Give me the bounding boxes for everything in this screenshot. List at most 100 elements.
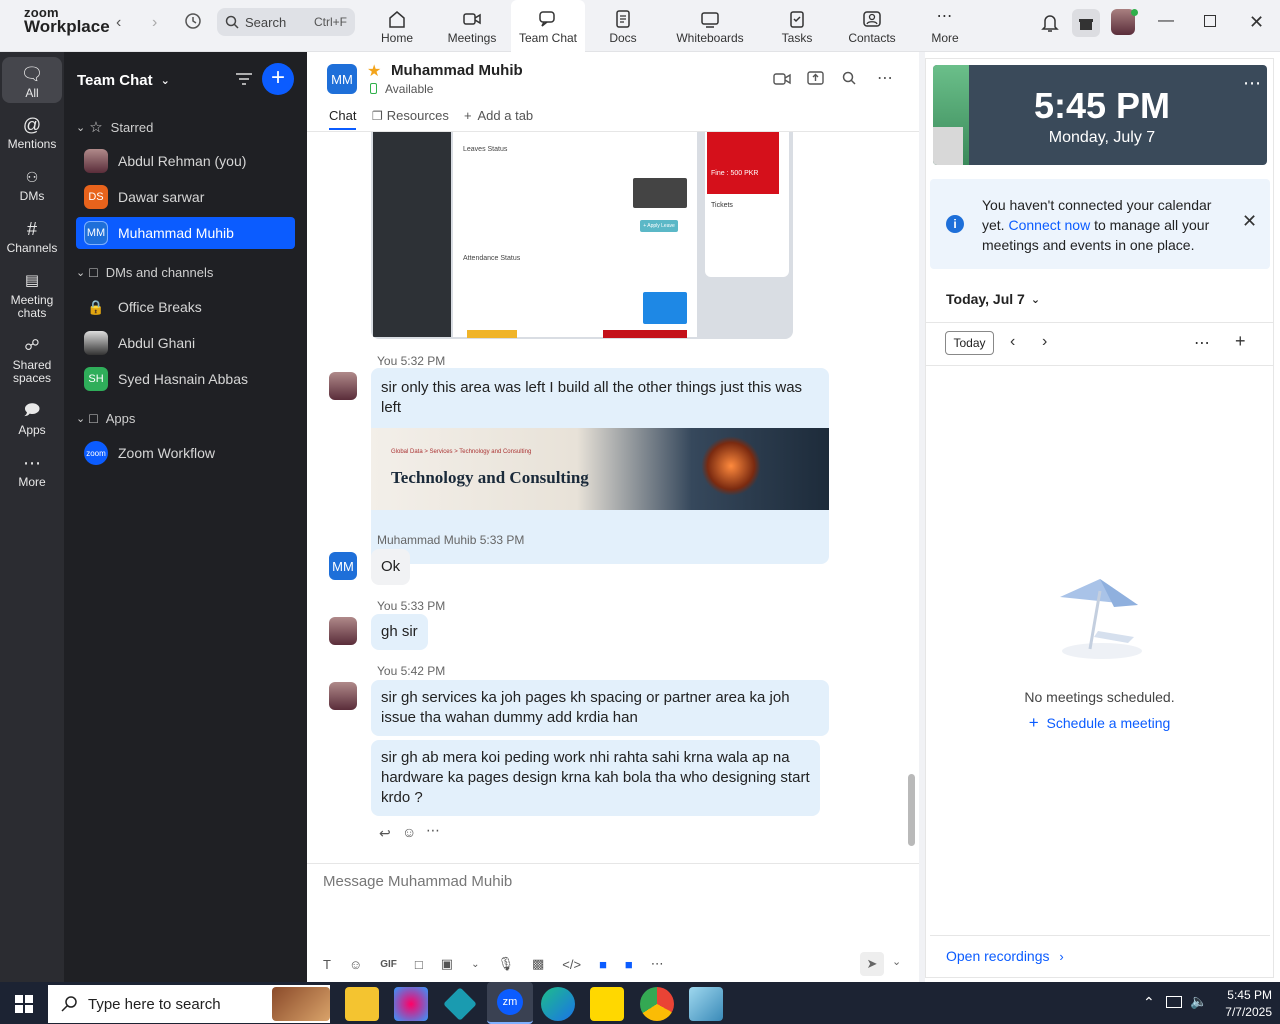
sidebar-item-zoom-workflow[interactable]: zoom Zoom Workflow <box>76 437 295 469</box>
taskbar-search-box[interactable]: Type here to search <box>48 985 330 1023</box>
sidebar-item-abdul-ghani[interactable]: Abdul Ghani <box>76 327 295 359</box>
new-chat-button[interactable]: + <box>262 63 294 95</box>
app-icon[interactable]: ■ <box>599 957 607 972</box>
filter-icon[interactable] <box>235 72 253 91</box>
message-input[interactable]: Message Muhammad Muhib <box>323 873 512 890</box>
windows-start-icon[interactable] <box>15 995 33 1018</box>
tab-tasks[interactable]: Tasks <box>760 0 834 52</box>
today-button[interactable]: Today <box>945 331 994 355</box>
star-icon[interactable]: ★ <box>367 61 381 81</box>
forward-arrow-icon[interactable]: › <box>152 14 157 32</box>
contact-name[interactable]: Muhammad Muhib <box>391 62 523 79</box>
file-icon[interactable]: □ <box>415 957 423 972</box>
send-icon[interactable]: ➤ <box>860 952 884 976</box>
screenshot-icon[interactable]: ▣ <box>441 956 453 972</box>
chat-scrollbar[interactable] <box>908 774 915 846</box>
share-screen-icon[interactable] <box>807 70 824 91</box>
volume-icon[interactable]: 🔈 <box>1190 993 1207 1010</box>
video-message-icon[interactable]: ▩ <box>532 956 544 972</box>
apps-section[interactable]: ⌄ □ Apps <box>76 410 135 426</box>
back-arrow-icon[interactable]: ‹ <box>116 14 121 32</box>
zoom-taskbar-icon[interactable]: zm <box>487 982 533 1024</box>
sticky-notes-icon[interactable] <box>590 987 624 1021</box>
minimize-icon[interactable]: — <box>1158 12 1174 30</box>
restore-icon[interactable] <box>1204 15 1216 27</box>
more-icon[interactable]: ⋯ <box>877 68 893 88</box>
tab-meetings[interactable]: Meetings <box>435 0 509 52</box>
code-icon[interactable]: </> <box>562 957 581 972</box>
format-text-icon[interactable]: T <box>323 957 331 972</box>
rail-all[interactable]: 🗨 All <box>2 57 62 103</box>
gift-icon[interactable] <box>1072 9 1100 37</box>
emoji-icon[interactable]: ☺ <box>349 957 362 972</box>
next-day-icon[interactable]: › <box>1042 333 1047 351</box>
date-selector[interactable]: Today, Jul 7 ⌄ <box>946 291 1040 307</box>
dms-section[interactable]: ⌄ □ DMs and channels <box>76 264 213 280</box>
app-icon[interactable]: ■ <box>625 957 633 972</box>
chevron-down-icon[interactable]: ⌄ <box>892 955 901 968</box>
search-input[interactable]: Search Ctrl+F <box>217 8 355 36</box>
add-tab-button[interactable]: + Add a tab <box>464 108 533 123</box>
chrome-browser-icon[interactable] <box>640 987 674 1021</box>
connect-now-link[interactable]: Connect now <box>1008 217 1090 233</box>
sidebar-item-office-breaks[interactable]: 🔒 Office Breaks <box>76 291 295 323</box>
search-shortcut: Ctrl+F <box>314 15 347 29</box>
network-icon[interactable] <box>1166 996 1182 1008</box>
sidebar-item-abdul-rehman[interactable]: Abdul Rehman (you) <box>76 145 295 177</box>
rail-dms[interactable]: ⚇ DMs <box>2 166 62 203</box>
emoji-reaction-icon[interactable]: ☺ <box>402 824 416 840</box>
close-icon[interactable]: ✕ <box>1249 12 1264 33</box>
tab-docs[interactable]: Docs <box>586 0 660 52</box>
search-icon[interactable] <box>842 71 856 90</box>
screenshot-red-bar <box>603 330 687 338</box>
app-icon[interactable] <box>689 987 723 1021</box>
link-preview-image[interactable]: Global Data > Services > Technology and … <box>371 428 829 510</box>
sidebar-item-dawar-sarwar[interactable]: DS Dawar sarwar <box>76 181 295 213</box>
message-bubble[interactable]: sir gh ab mera koi peding work nhi rahta… <box>371 740 820 816</box>
more-icon[interactable]: ⋯ <box>651 956 664 972</box>
history-icon[interactable] <box>184 12 202 35</box>
tab-contacts[interactable]: Contacts <box>835 0 909 52</box>
open-recordings-link[interactable]: Open recordings › <box>946 948 1064 964</box>
tab-more[interactable]: ⋯ More <box>908 0 982 52</box>
rail-apps[interactable]: 🗩 Apps <box>2 400 62 437</box>
message-time: 5:33 PM <box>400 599 446 613</box>
schedule-meeting-link[interactable]: + Schedule a meeting <box>926 713 1273 733</box>
edge-browser-icon[interactable] <box>541 987 575 1021</box>
rail-channels[interactable]: # Channels <box>2 218 62 255</box>
home-icon <box>389 11 405 28</box>
add-event-icon[interactable]: + <box>1235 331 1246 352</box>
chevron-down-icon[interactable]: ⌄ <box>471 959 479 970</box>
message-bubble[interactable]: Ok <box>371 549 411 585</box>
more-icon[interactable]: ⋯ <box>1194 333 1210 353</box>
sidebar-item-muhammad-muhib[interactable]: MM Muhammad Muhib <box>76 217 295 249</box>
gif-button[interactable]: GIF <box>380 959 397 970</box>
more-icon[interactable]: ⋯ <box>1243 73 1261 94</box>
team-chat-dropdown[interactable]: Team Chat ⌄ <box>77 72 170 89</box>
rail-mentions[interactable]: @ Mentions <box>2 114 62 151</box>
microphone-icon[interactable]: 🎙 <box>497 956 514 972</box>
sidebar-item-syed-hasnain-abbas[interactable]: SH Syed Hasnain Abbas <box>76 363 295 395</box>
rail-more[interactable]: ⋯ More <box>2 452 62 489</box>
tab-chat[interactable]: Chat <box>329 108 357 130</box>
rail-shared-spaces[interactable]: ☍ Shared spaces <box>2 335 62 385</box>
reply-icon[interactable]: ↩ <box>379 825 391 842</box>
video-call-icon[interactable] <box>773 72 791 91</box>
file-explorer-icon[interactable] <box>345 987 379 1021</box>
more-icon[interactable]: ⋯ <box>426 822 440 839</box>
close-icon[interactable]: ✕ <box>1242 211 1257 232</box>
prev-day-icon[interactable]: ‹ <box>1010 333 1015 351</box>
tab-home[interactable]: Home <box>360 0 434 52</box>
tab-resources[interactable]: ❐ Resources <box>372 108 449 123</box>
paint-app-icon[interactable] <box>394 987 428 1021</box>
bell-icon[interactable] <box>1041 13 1059 38</box>
tab-whiteboards[interactable]: Whiteboards <box>672 0 748 52</box>
shared-image[interactable]: Leaves Status + Apply Leave Attendance S… <box>371 132 793 339</box>
tab-team-chat[interactable]: Team Chat <box>511 0 585 52</box>
rail-meeting-chats[interactable]: ▤ Meeting chats <box>2 270 62 320</box>
taskbar-clock[interactable]: 5:45 PM 7/7/2025 <box>1212 987 1272 1021</box>
starred-section[interactable]: ⌄ ☆ Starred <box>76 118 153 136</box>
message-bubble[interactable]: sir gh services ka joh pages kh spacing … <box>371 680 829 736</box>
message-bubble[interactable]: gh sir <box>371 614 428 650</box>
chevron-up-icon[interactable]: ⌃ <box>1143 994 1155 1011</box>
